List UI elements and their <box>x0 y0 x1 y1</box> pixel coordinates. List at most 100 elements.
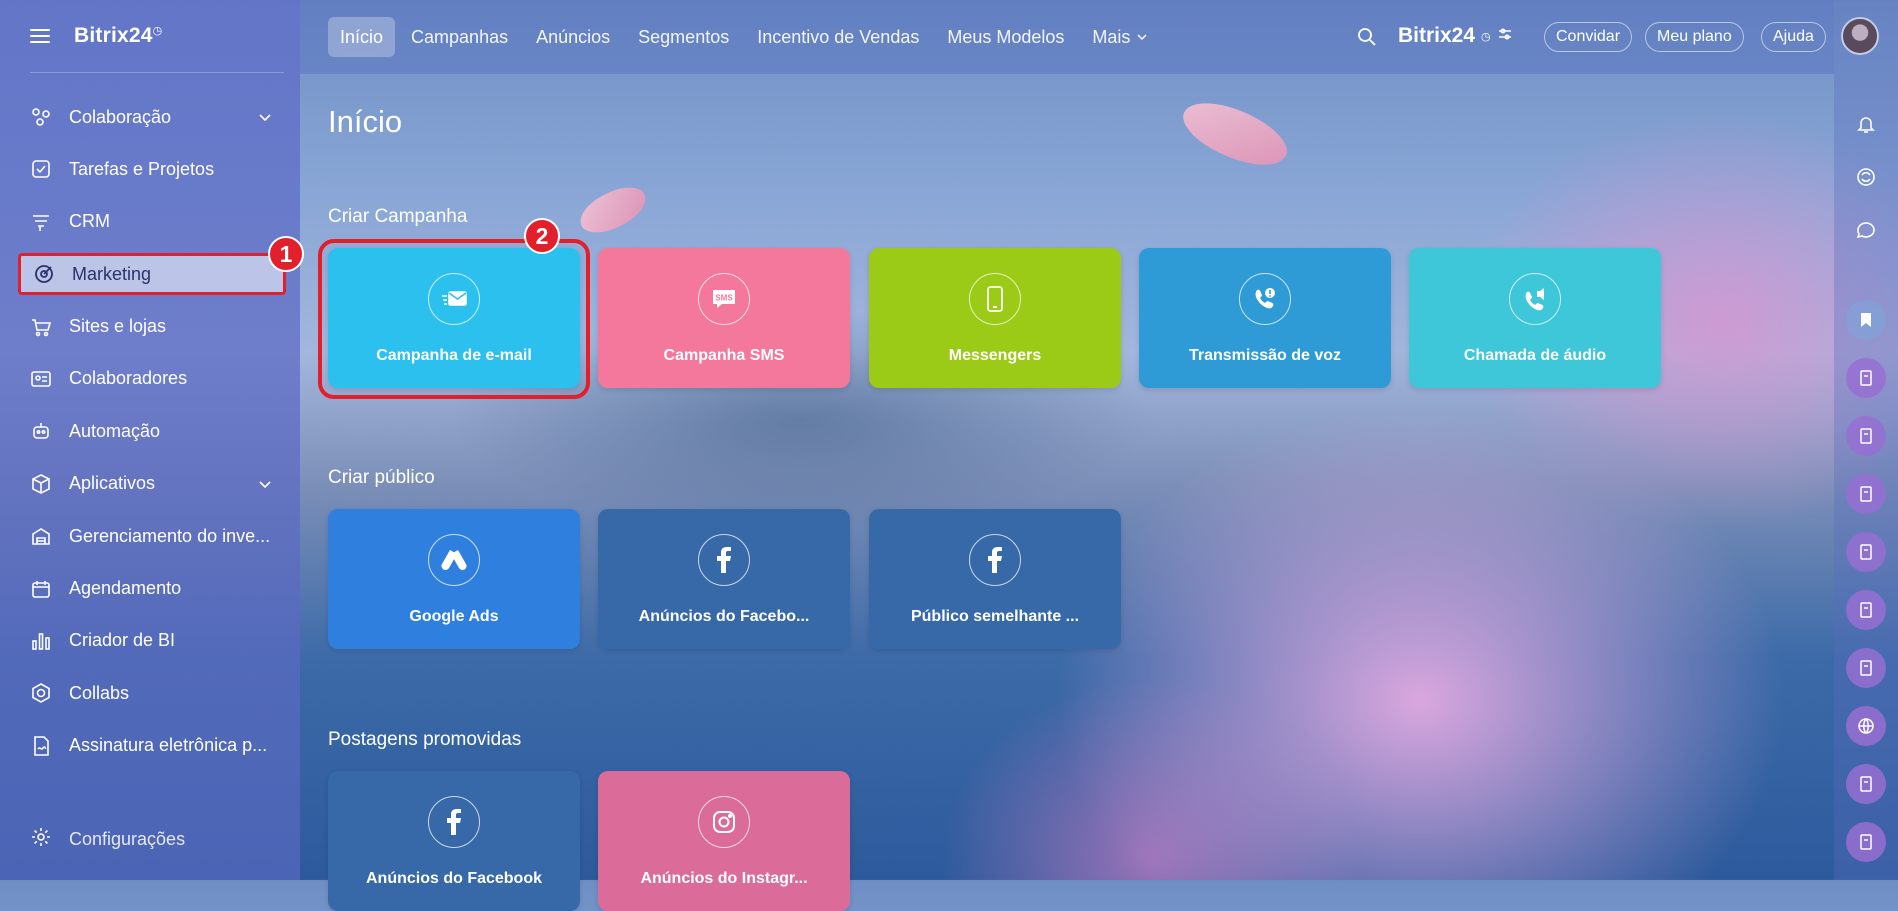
sidebar-item-label: Collabs <box>69 682 130 703</box>
tile-label: Campanha SMS <box>663 347 785 364</box>
sidebar-item-label: CRM <box>69 211 110 232</box>
section-title-postagens: Postagens promovidas <box>328 729 522 750</box>
voice-broadcast-icon <box>1239 273 1291 325</box>
recent-chat-icon[interactable] <box>1846 416 1886 456</box>
sidebar-item-inventario[interactable]: Gerenciamento do inve... <box>18 515 286 557</box>
settings-label: Configurações <box>69 829 186 849</box>
recent-chat-icon[interactable] <box>1846 474 1886 514</box>
top-tabs: Início Campanhas Anúncios Segmentos Ince… <box>328 17 1160 57</box>
robot-icon <box>30 420 52 442</box>
sidebar: Bitrix24◷ Colaboração Tarefas e Projetos… <box>0 0 300 880</box>
facebook-icon <box>969 534 1021 586</box>
bookmark-icon[interactable] <box>1846 300 1886 340</box>
tile-label: Campanha de e-mail <box>376 347 532 364</box>
recent-chat-icon[interactable] <box>1846 358 1886 398</box>
tile-transmissao-voz[interactable]: Transmissão de voz <box>1139 248 1391 388</box>
tab-segmentos[interactable]: Segmentos <box>626 17 741 57</box>
sidebar-item-label: Tarefas e Projetos <box>69 158 215 179</box>
sidebar-item-agendamento[interactable]: Agendamento <box>18 568 286 610</box>
chevron-down-icon[interactable] <box>258 108 272 129</box>
tile-postagem-facebook[interactable]: Anúncios do Facebook <box>328 771 580 911</box>
tile-label: Google Ads <box>409 608 499 625</box>
employees-icon <box>30 368 52 390</box>
apps-icon <box>30 473 52 495</box>
crm-icon <box>30 211 52 233</box>
sidebar-item-colaboracao[interactable]: Colaboração <box>18 96 286 138</box>
instagram-icon <box>698 796 750 848</box>
sidebar-item-collabs[interactable]: Collabs <box>18 672 286 714</box>
tile-google-ads[interactable]: Google Ads <box>328 509 580 649</box>
section-title-criar-campanha: Criar Campanha <box>328 206 468 227</box>
sidebar-item-label: Gerenciamento do inve... <box>69 525 271 546</box>
sidebar-item-label: Marketing <box>72 263 152 284</box>
sidebar-item-label: Sites e lojas <box>69 316 167 337</box>
sidebar-item-label: Criador de BI <box>69 630 176 651</box>
recent-chat-icon[interactable] <box>1846 822 1886 862</box>
sidebar-item-label: Agendamento <box>69 578 182 599</box>
invite-button[interactable]: Convidar <box>1544 22 1633 52</box>
sms-icon: SMS <box>698 273 750 325</box>
tab-modelos[interactable]: Meus Modelos <box>935 17 1076 57</box>
top-bar: Início Campanhas Anúncios Segmentos Ince… <box>300 0 1879 74</box>
recent-chat-icon[interactable] <box>1846 764 1886 804</box>
tab-inicio[interactable]: Início <box>328 17 396 57</box>
tile-label: Anúncios do Facebo... <box>638 608 810 625</box>
sidebar-item-label: Automação <box>69 420 161 441</box>
globe-icon[interactable] <box>1846 706 1886 746</box>
sidebar-item-colaboradores[interactable]: Colaboradores <box>18 358 286 400</box>
gear-icon <box>30 826 52 853</box>
sidebar-item-assinatura[interactable]: Assinatura eletrônica p... <box>18 725 286 767</box>
menu-icon[interactable] <box>30 29 50 43</box>
recent-chat-icon[interactable] <box>1846 590 1886 630</box>
tile-messengers[interactable]: Messengers <box>869 248 1121 388</box>
section-title-criar-publico: Criar público <box>328 467 435 488</box>
svg-text:SMS: SMS <box>715 294 733 303</box>
right-rail <box>1834 0 1898 880</box>
search-icon[interactable] <box>1356 26 1378 53</box>
sidebar-item-sites[interactable]: Sites e lojas <box>18 306 286 348</box>
tile-campanha-sms[interactable]: SMS Campanha SMS <box>598 248 850 388</box>
email-icon <box>428 273 480 325</box>
tab-campanhas[interactable]: Campanhas <box>399 17 520 57</box>
help-button[interactable]: Ajuda <box>1761 22 1826 52</box>
tab-mais-label: Mais <box>1092 26 1131 47</box>
tile-label: Anúncios do Instagr... <box>640 870 808 887</box>
sidebar-item-marketing[interactable]: Marketing <box>18 253 286 296</box>
logo[interactable]: Bitrix24◷ <box>74 24 162 48</box>
my-plan-button[interactable]: Meu plano <box>1645 22 1744 52</box>
sidebar-item-configuracoes[interactable]: Configurações <box>30 826 185 853</box>
sidebar-item-tarefas[interactable]: Tarefas e Projetos <box>18 148 286 190</box>
cart-icon <box>30 316 52 338</box>
collabs-icon <box>30 682 52 704</box>
tile-anuncios-facebook[interactable]: Anúncios do Facebo... <box>598 509 850 649</box>
recent-chat-icon[interactable] <box>1846 532 1886 572</box>
tab-incentivo[interactable]: Incentivo de Vendas <box>745 17 931 57</box>
tile-campanha-email[interactable]: Campanha de e-mail <box>328 248 580 388</box>
sidebar-item-aplicativos[interactable]: Aplicativos <box>18 463 286 505</box>
bell-icon[interactable] <box>1846 104 1886 144</box>
sidebar-item-crm[interactable]: CRM <box>18 201 286 243</box>
signature-icon <box>30 735 52 757</box>
page-title: Início <box>328 104 403 139</box>
copilot-icon[interactable] <box>1846 157 1886 197</box>
sidebar-item-label: Assinatura eletrônica p... <box>69 735 268 756</box>
sidebar-item-label: Colaboradores <box>69 368 188 389</box>
tab-mais[interactable]: Mais <box>1080 17 1160 57</box>
recent-chat-icon[interactable] <box>1846 648 1886 688</box>
petal-decoration <box>1175 86 1295 182</box>
chevron-down-icon[interactable] <box>258 475 272 496</box>
tile-publico-semelhante[interactable]: Público semelhante ... <box>869 509 1121 649</box>
tile-postagem-instagram[interactable]: Anúncios do Instagr... <box>598 771 850 911</box>
audio-call-icon <box>1509 273 1561 325</box>
tile-chamada-audio[interactable]: Chamada de áudio <box>1409 248 1661 388</box>
settings-sliders-icon[interactable] <box>1497 24 1513 48</box>
sidebar-item-bi[interactable]: Criador de BI <box>18 620 286 662</box>
chevron-down-icon <box>1136 27 1148 48</box>
facebook-icon <box>698 534 750 586</box>
sidebar-item-automacao[interactable]: Automação <box>18 410 286 452</box>
tab-anuncios[interactable]: Anúncios <box>524 17 622 57</box>
chat-icon[interactable] <box>1846 210 1886 250</box>
calendar-icon <box>30 578 52 600</box>
tasks-icon <box>30 158 52 180</box>
marketing-icon <box>33 263 55 285</box>
